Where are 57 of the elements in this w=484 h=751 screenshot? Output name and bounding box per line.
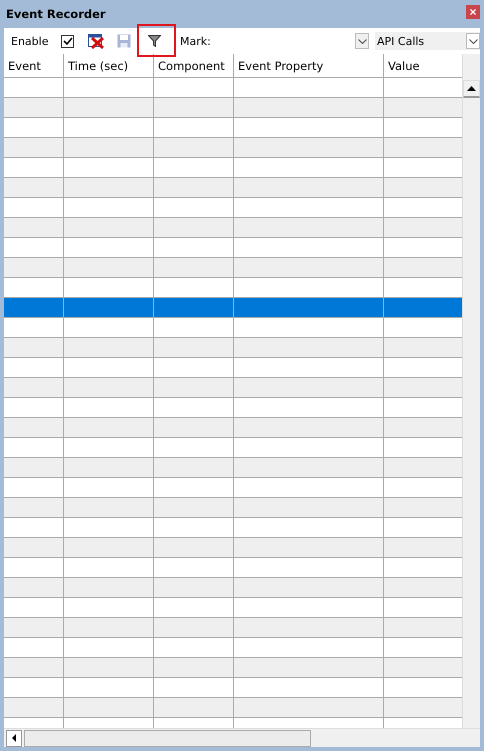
table-row[interactable]	[4, 138, 462, 158]
table-row[interactable]	[4, 558, 462, 578]
table-row[interactable]	[4, 178, 462, 198]
table-row[interactable]	[4, 338, 462, 358]
table-row[interactable]	[4, 698, 462, 718]
table-row[interactable]	[4, 398, 462, 418]
category-dropdown[interactable]: API Calls	[375, 32, 480, 50]
table-row[interactable]	[4, 618, 462, 638]
table-row[interactable]	[4, 118, 462, 138]
table-row[interactable]	[4, 478, 462, 498]
up-arrow-icon	[467, 86, 476, 91]
table-row[interactable]	[4, 498, 462, 518]
table-row[interactable]	[4, 418, 462, 438]
scroll-up-button[interactable]	[463, 80, 480, 98]
table-row[interactable]	[4, 538, 462, 558]
close-button[interactable]: ×	[466, 5, 480, 19]
table-row[interactable]	[4, 318, 462, 338]
category-value: API Calls	[376, 34, 426, 48]
scroll-thumb[interactable]	[24, 730, 311, 746]
column-header[interactable]: Event	[4, 54, 64, 77]
table-row[interactable]	[4, 238, 462, 258]
table-row[interactable]	[4, 358, 462, 378]
mark-label: Mark:	[180, 34, 211, 48]
column-header[interactable]: Time (sec)	[64, 54, 154, 77]
chevron-down-icon	[468, 38, 478, 44]
table-row[interactable]	[4, 258, 462, 278]
horizontal-scrollbar[interactable]	[4, 728, 480, 747]
table-row[interactable]	[4, 378, 462, 398]
table-row[interactable]	[4, 678, 462, 698]
clear-icon	[88, 34, 104, 48]
filter-icon	[148, 35, 161, 47]
filter-button[interactable]	[148, 35, 161, 47]
column-header[interactable]: Event Property	[234, 54, 384, 77]
vertical-scrollbar[interactable]	[462, 54, 480, 728]
table-row[interactable]	[4, 198, 462, 218]
table-row[interactable]	[4, 458, 462, 478]
table-row[interactable]	[4, 598, 462, 618]
enable-label: Enable	[11, 34, 50, 48]
mark-dropdown[interactable]	[355, 33, 369, 49]
table-row[interactable]	[4, 658, 462, 678]
table-row[interactable]	[4, 218, 462, 238]
column-header[interactable]: Value	[384, 54, 462, 77]
save-icon	[117, 34, 131, 48]
enable-checkbox[interactable]	[61, 34, 74, 48]
column-header[interactable]: Component	[154, 54, 234, 77]
scroll-left-button[interactable]	[6, 730, 22, 746]
table-row[interactable]	[4, 298, 462, 318]
clear-button[interactable]	[88, 34, 104, 48]
table-row[interactable]	[4, 518, 462, 538]
left-arrow-icon	[12, 734, 16, 742]
table-row[interactable]	[4, 638, 462, 658]
chevron-down-icon	[358, 38, 366, 44]
table-row[interactable]	[4, 578, 462, 598]
table-row[interactable]	[4, 278, 462, 298]
table-row[interactable]	[4, 158, 462, 178]
window-title: Event Recorder	[6, 7, 106, 21]
table-row[interactable]	[4, 438, 462, 458]
